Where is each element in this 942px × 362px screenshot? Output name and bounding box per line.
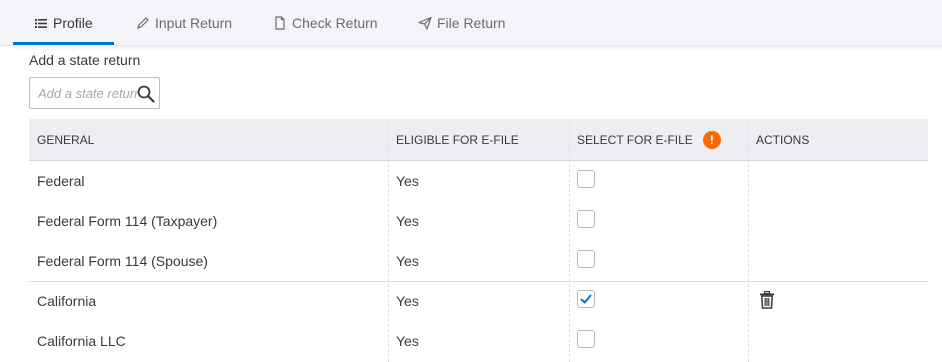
- add-state-return-label: Add a state return: [29, 52, 141, 68]
- row-eligible: Yes: [396, 293, 419, 309]
- column-divider: [569, 119, 570, 362]
- tab-bar: Profile Input Return Check Return File R…: [0, 0, 942, 46]
- tab-file-return-label: File Return: [437, 14, 506, 31]
- column-divider: [748, 119, 749, 362]
- header-actions: ACTIONS: [756, 132, 810, 147]
- paper-plane-icon: [418, 16, 432, 30]
- document-icon: [273, 15, 287, 30]
- pencil-icon: [136, 16, 150, 30]
- warning-icon[interactable]: !: [702, 130, 721, 149]
- group-divider: [29, 281, 928, 282]
- checkmark-icon: [580, 294, 592, 304]
- row-name: California LLC: [37, 333, 126, 349]
- state-search-placeholder: Add a state return: [38, 86, 138, 101]
- tab-check-return[interactable]: Check Return: [273, 0, 378, 45]
- row-name: Federal Form 114 (Taxpayer): [37, 213, 218, 229]
- efile-checkbox[interactable]: [577, 250, 595, 268]
- tab-input-return[interactable]: Input Return: [136, 0, 232, 45]
- header-select: SELECT FOR E-FILE !: [569, 119, 748, 160]
- table-header: GENERAL ELIGIBLE FOR E-FILE SELECT FOR E…: [29, 119, 928, 161]
- efile-checkbox[interactable]: [577, 210, 595, 228]
- efile-checkbox[interactable]: [577, 330, 595, 348]
- header-general: GENERAL: [37, 132, 95, 147]
- column-divider: [388, 119, 389, 362]
- tab-bar-shadow: [14, 45, 942, 51]
- state-search-input[interactable]: Add a state return: [29, 77, 160, 109]
- row-eligible: Yes: [396, 253, 419, 269]
- tab-profile[interactable]: Profile: [13, 0, 114, 45]
- efile-checkbox[interactable]: [577, 170, 595, 188]
- row-eligible: Yes: [396, 333, 419, 349]
- tab-profile-label: Profile: [53, 14, 93, 31]
- row-name: Federal Form 114 (Spouse): [37, 253, 208, 269]
- tab-check-return-label: Check Return: [292, 14, 378, 31]
- search-icon[interactable]: [136, 84, 156, 104]
- tab-input-return-label: Input Return: [155, 14, 233, 31]
- row-name: California: [37, 293, 97, 309]
- efile-checkbox-checked[interactable]: [577, 290, 595, 308]
- row-eligible: Yes: [396, 173, 419, 189]
- row-eligible: Yes: [396, 213, 419, 229]
- header-select-label: SELECT FOR E-FILE: [577, 132, 693, 147]
- tab-file-return[interactable]: File Return: [418, 0, 505, 45]
- trash-icon[interactable]: [759, 290, 775, 309]
- list-icon: [34, 16, 48, 30]
- row-name: Federal: [37, 173, 85, 189]
- header-eligible: ELIGIBLE FOR E-FILE: [396, 132, 519, 147]
